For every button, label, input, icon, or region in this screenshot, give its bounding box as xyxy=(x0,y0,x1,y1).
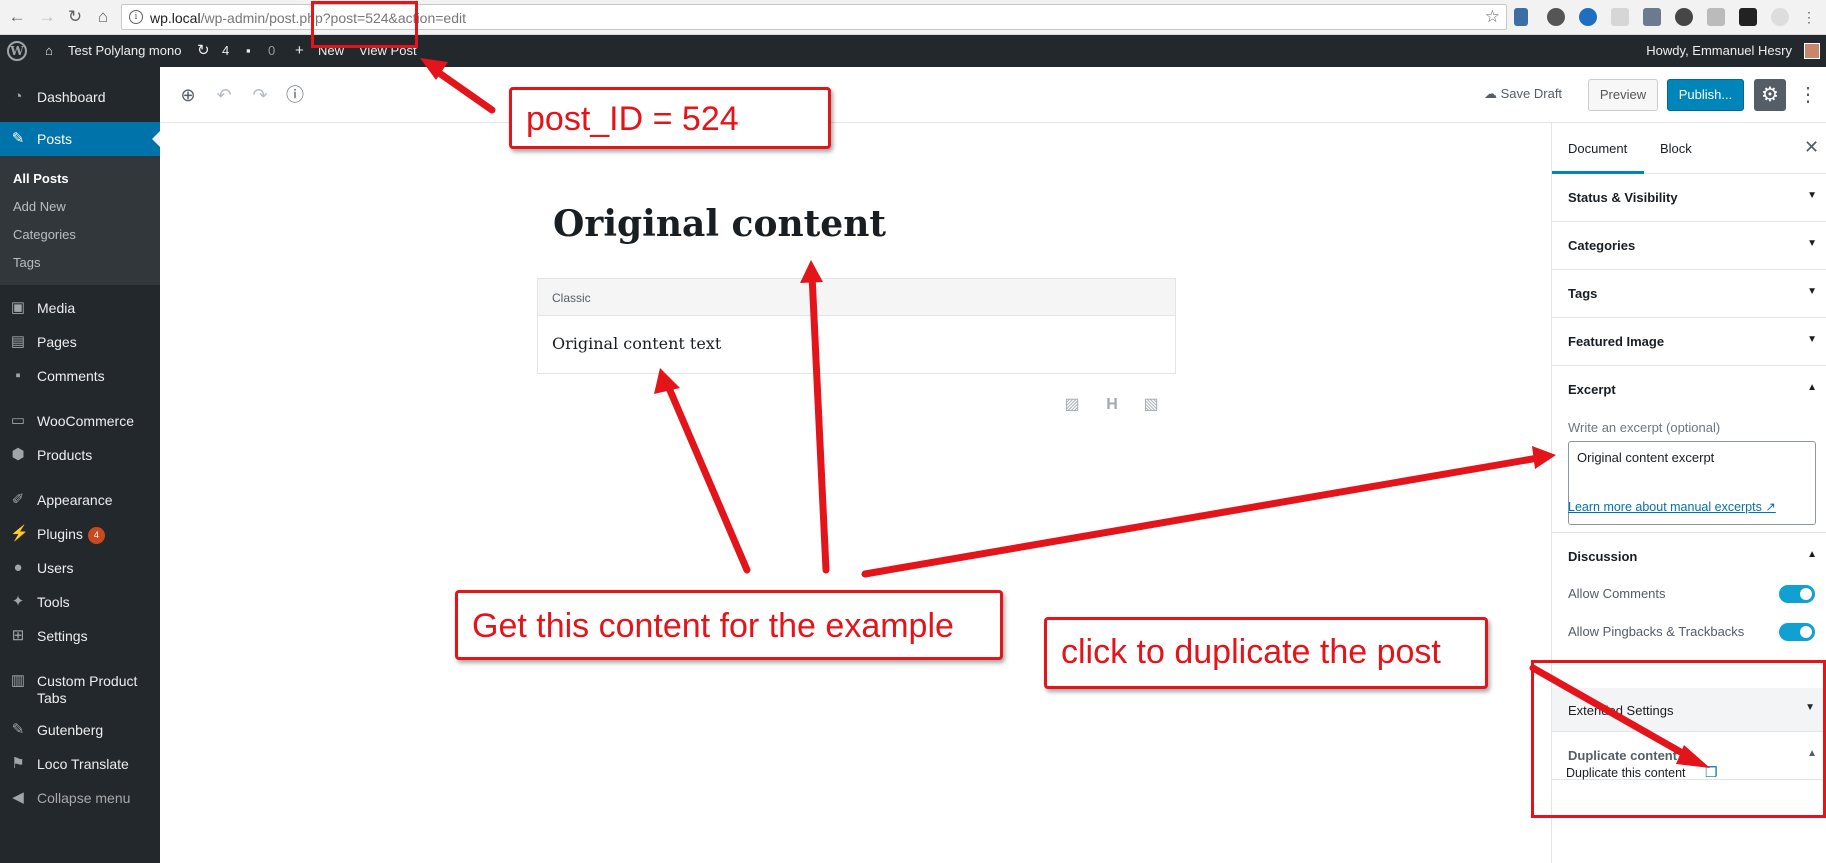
arrowhead xyxy=(654,368,680,394)
screen: ← → ↻ ⌂ i wp.local/wp-admin/post.php?pos… xyxy=(0,0,1826,863)
arrowhead xyxy=(1532,446,1556,469)
arrow-to-title xyxy=(808,271,830,574)
arrow-to-url xyxy=(428,64,496,114)
arrow-to-excerpt xyxy=(861,454,1542,578)
arrow-to-block-text xyxy=(662,377,751,574)
annotation-arrows xyxy=(420,58,1710,768)
annotation-click-duplicate: click to duplicate the post xyxy=(1044,617,1488,689)
annotation-post-id: post_ID = 524 xyxy=(509,87,831,149)
arrow-to-duplicate xyxy=(1529,664,1697,763)
arrowhead xyxy=(800,260,823,283)
annotation-get-content: Get this content for the example xyxy=(455,590,1003,660)
